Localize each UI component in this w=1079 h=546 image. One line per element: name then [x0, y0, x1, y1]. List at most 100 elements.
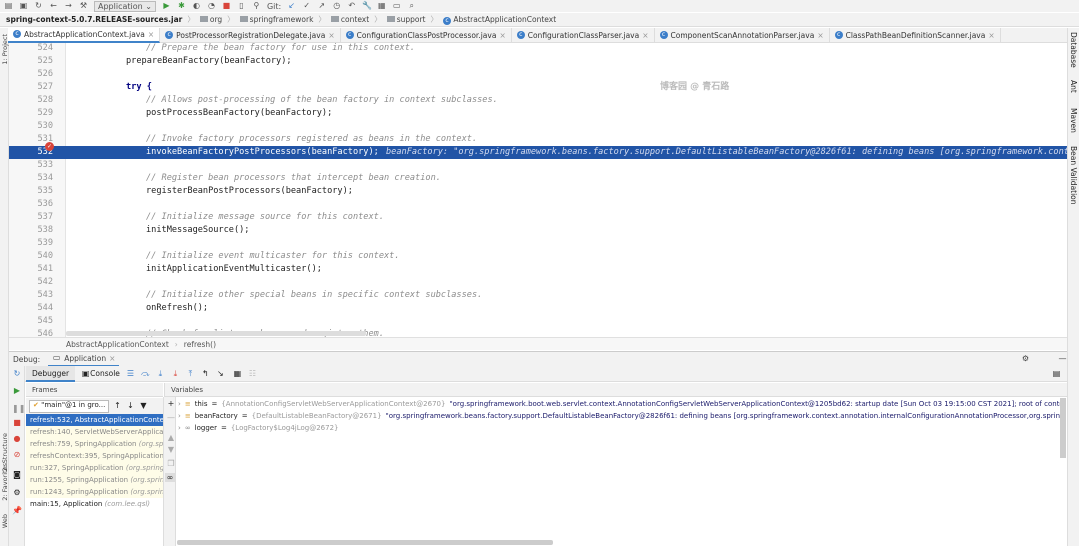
code-line[interactable]: 538 initMessageSource();	[9, 224, 1067, 237]
code-line[interactable]: 526	[9, 68, 1067, 81]
gear-icon[interactable]: ⚙	[1021, 354, 1030, 364]
maven-tool-button[interactable]: Maven	[1069, 108, 1078, 133]
save-icon[interactable]: ▣	[19, 1, 28, 11]
variable-row[interactable]: › ≡ beanFactory = {DefaultListableBeanFactor…	[177, 410, 1066, 422]
step-out-icon[interactable]: ⤒	[186, 369, 195, 379]
git-update-icon[interactable]: ↙	[287, 1, 296, 11]
sync-icon[interactable]: ↻	[34, 1, 43, 11]
run-icon[interactable]: ▶	[162, 1, 171, 11]
code-line[interactable]: 524 // Prepare the bean factory for use i…	[9, 43, 1067, 55]
build-icon[interactable]: ⚒	[79, 1, 88, 11]
project-structure-icon[interactable]: ▦	[377, 1, 386, 11]
code-line[interactable]: 541 initApplicationEventMulticaster();	[9, 263, 1067, 276]
trace-icon[interactable]: ☷	[248, 369, 257, 379]
git-commit-icon[interactable]: ✓	[302, 1, 311, 11]
expand-chevron-icon[interactable]: ›	[178, 422, 181, 434]
close-icon[interactable]: ×	[642, 31, 648, 40]
rerun-icon[interactable]: ↻	[12, 369, 22, 378]
tab-post-processor-registration-delegate[interactable]: c PostProcessorRegistrationDelegate.java ×	[160, 27, 341, 43]
frame-item[interactable]: refreshContext:395, SpringApplication (o	[26, 450, 163, 462]
crumb-org[interactable]: org	[199, 15, 222, 24]
presentation-icon[interactable]: ▭	[392, 1, 401, 11]
variable-row[interactable]: › ∞ logger = {LogFactory$Log4jLog@2672}	[177, 422, 1066, 434]
remove-watch-icon[interactable]: —	[166, 413, 176, 422]
search-icon[interactable]: ⌕	[407, 1, 416, 11]
attach-icon[interactable]: ▯	[237, 1, 246, 11]
stop-icon[interactable]: ■	[222, 1, 231, 11]
coverage-icon[interactable]: ◐	[192, 1, 201, 11]
code-line[interactable]: 525 prepareBeanFactory(beanFactory);	[9, 55, 1067, 68]
code-line[interactable]: 542	[9, 276, 1067, 289]
frame-item[interactable]: refresh:759, SpringApplication (org.spri…	[26, 438, 163, 450]
search-structure-icon[interactable]: ⚲	[252, 1, 261, 11]
tab-component-scan-annotation-parser[interactable]: c ComponentScanAnnotationParser.java ×	[655, 27, 830, 43]
code-line[interactable]: 534 // Register bean processors that inte…	[9, 172, 1067, 185]
code-line[interactable]: 536	[9, 198, 1067, 211]
breakpoint-icon[interactable]: ✓	[45, 142, 54, 151]
frame-item[interactable]: refresh:532, AbstractApplicationContext	[26, 414, 163, 426]
pin-icon[interactable]: 📌	[12, 506, 22, 515]
tab-classpath-bean-definition-scanner[interactable]: c ClassPathBeanDefinitionScanner.java ×	[830, 27, 1001, 43]
code-line[interactable]: 528 // Allows post-processing of the bean…	[9, 94, 1067, 107]
pause-icon[interactable]: ❚❚	[12, 404, 25, 413]
debug-session-tab[interactable]: ▭ Application ×	[48, 352, 120, 367]
settings-wrench-icon[interactable]: 🔧	[362, 1, 372, 11]
bean-validation-tool-button[interactable]: Bean Validation	[1069, 146, 1078, 205]
code-editor[interactable]: 524 // Prepare the bean factory for use i…	[9, 43, 1067, 337]
favorites-tool-button[interactable]: 2: Favorites	[1, 463, 9, 501]
variables-horizontal-scrollbar[interactable]	[177, 540, 553, 545]
force-step-into-icon[interactable]: ⤓	[171, 369, 180, 379]
evaluate-expression-icon[interactable]: ▦	[233, 369, 242, 379]
debug-icon[interactable]: ✱	[177, 1, 186, 11]
move-up-icon[interactable]: ▲	[166, 433, 176, 442]
code-line[interactable]: 537 // Initialize message source for this…	[9, 211, 1067, 224]
editor-horizontal-scrollbar[interactable]	[66, 331, 366, 336]
tab-debugger[interactable]: Debugger	[26, 365, 76, 382]
crumb-support[interactable]: support	[386, 15, 426, 24]
profile-icon[interactable]: ◔	[207, 1, 216, 11]
crumb-class[interactable]: c AbstractApplicationContext	[443, 15, 556, 25]
code-line[interactable]: 544 onRefresh();	[9, 302, 1067, 315]
show-execution-point-icon[interactable]: ☰	[126, 369, 135, 379]
ant-tool-button[interactable]: Ant	[1069, 80, 1078, 93]
step-into-icon[interactable]: ⤓	[156, 369, 165, 379]
layout-icon[interactable]: ▤	[1052, 369, 1061, 379]
drop-frame-icon[interactable]: ↰	[201, 369, 210, 379]
close-icon[interactable]: ×	[148, 30, 154, 39]
variables-vertical-scrollbar[interactable]	[1060, 398, 1066, 458]
code-line[interactable]: 530	[9, 120, 1067, 133]
close-icon[interactable]: ×	[499, 31, 505, 40]
add-watch-icon[interactable]: +	[166, 399, 176, 408]
frame-item[interactable]: run:327, SpringApplication (org.springfr	[26, 462, 163, 474]
editor-crumb-class[interactable]: AbstractApplicationContext	[66, 340, 169, 349]
camera-icon[interactable]: ◙	[12, 470, 22, 479]
code-line[interactable]: 531// Invoke factory processors register…	[9, 133, 1067, 146]
crumb-springframework[interactable]: springframework	[239, 15, 313, 24]
code-line[interactable]: 539	[9, 237, 1067, 250]
code-line[interactable]: 532 invokeBeanFactoryPostProcessors(beanF…	[9, 146, 1067, 159]
frame-item[interactable]: main:15, Application (com.lee.qsl)	[26, 498, 163, 510]
close-icon[interactable]: ×	[109, 354, 115, 363]
step-over-icon[interactable]: ⤼	[141, 369, 150, 379]
forward-icon[interactable]: →	[64, 1, 73, 11]
variable-row[interactable]: › ≡ this = {AnnotationConfigServletWebServer…	[177, 398, 1066, 410]
frame-down-icon[interactable]: ↓	[126, 401, 135, 411]
frame-item[interactable]: run:1243, SpringApplication (org.springf	[26, 486, 163, 498]
close-icon[interactable]: ×	[328, 31, 334, 40]
tab-abstract-application-context[interactable]: c AbstractApplicationContext.java ×	[8, 27, 161, 43]
tab-console[interactable]: ▣Console	[75, 369, 126, 379]
frame-up-icon[interactable]: ↑	[113, 401, 122, 411]
close-icon[interactable]: ×	[988, 31, 994, 40]
tab-configuration-class-parser[interactable]: c ConfigurationClassParser.java ×	[512, 27, 655, 43]
run-configuration-select[interactable]: Application ⌄	[94, 0, 156, 12]
code-line[interactable]: 529 postProcessBeanFactory(beanFactory);	[9, 107, 1067, 120]
stop-icon[interactable]: ■	[12, 418, 22, 427]
git-revert-icon[interactable]: ↶	[347, 1, 356, 11]
database-tool-button[interactable]: Database	[1069, 32, 1078, 68]
thread-select[interactable]: ✔ "main"@1 in gro...	[29, 399, 109, 413]
settings-icon[interactable]: ⚙	[12, 488, 22, 497]
tab-configuration-class-post-processor[interactable]: c ConfigurationClassPostProcessor.java ×	[341, 27, 512, 43]
view-breakpoints-icon[interactable]: ●	[12, 434, 22, 443]
crumb-jar[interactable]: spring-context-5.0.7.RELEASE-sources.jar	[6, 15, 182, 24]
mute-breakpoints-icon[interactable]: ⊘	[12, 450, 22, 459]
